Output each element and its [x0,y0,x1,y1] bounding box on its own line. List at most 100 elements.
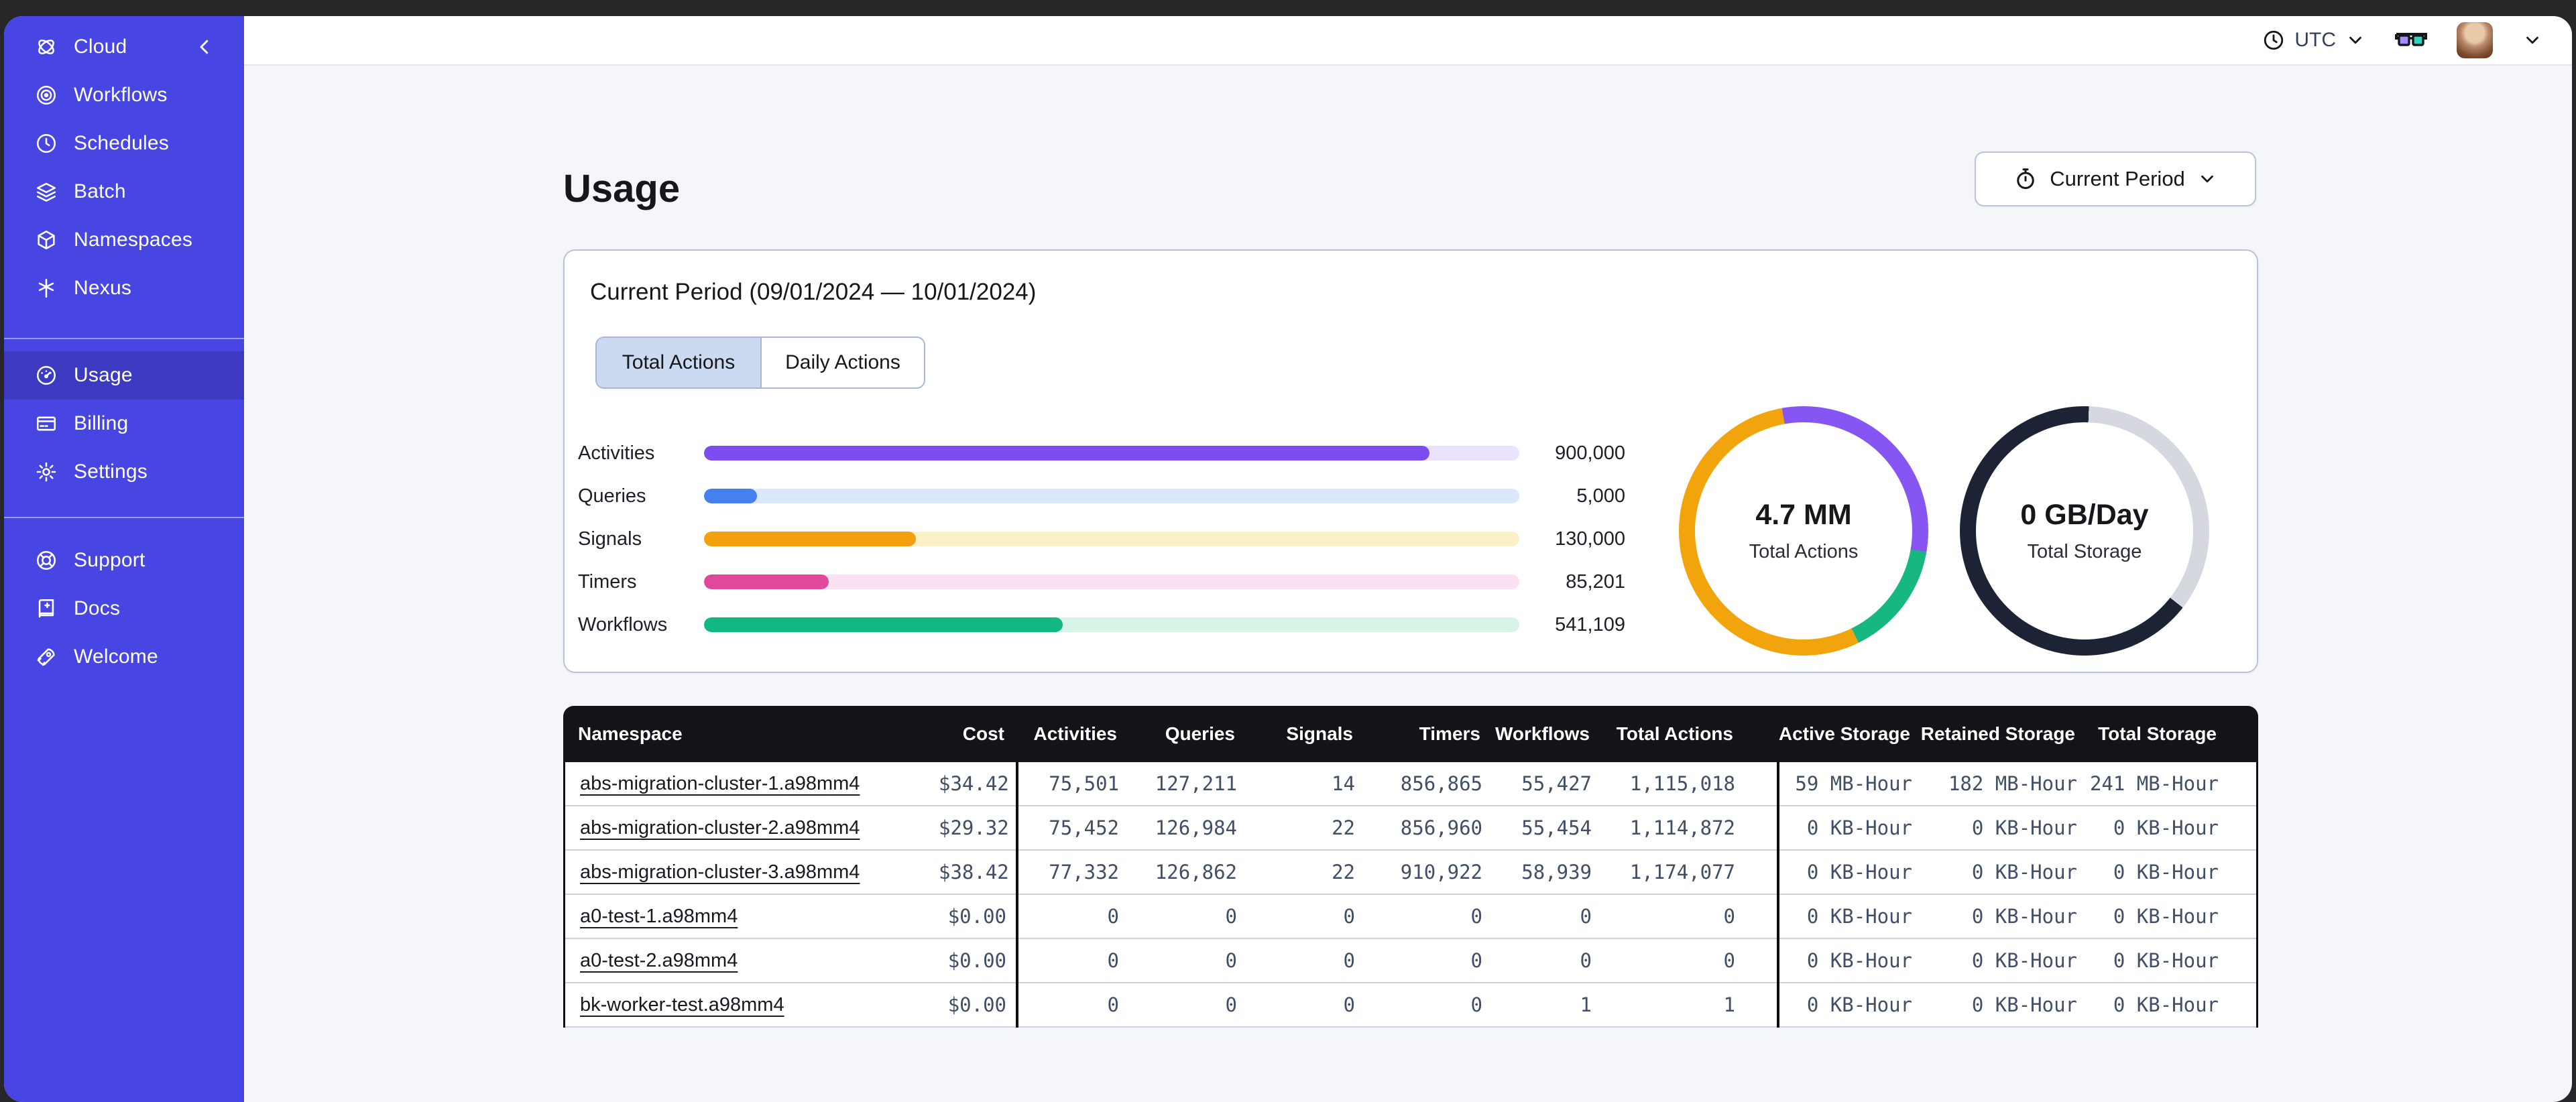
timers-cell: 0 [1470,993,1482,1016]
current-period-card: Current Period (09/01/2024 — 10/01/2024)… [563,249,2258,673]
glasses-icon[interactable] [2395,29,2427,52]
timezone-dropdown[interactable]: UTC [2262,29,2365,52]
total-actions-cell: 1 [1723,993,1735,1016]
stopwatch-icon [2017,168,2034,189]
total-storage-cell: 0 KB-Hour [2113,949,2219,972]
schedules-icon [35,132,58,155]
table-row[interactable]: abs-migration-cluster-3.a98mm4 $38.42 77… [565,851,2256,895]
donut-center: 0 GB/Day Total Storage [1976,422,2193,639]
workflows-cell: 0 [1580,905,1592,928]
signals-cell: 22 [1332,861,1355,883]
donut-center: 4.7 MM Total Actions [1695,422,1912,639]
retained-storage-cell: 182 MB-Hour [1948,772,2077,795]
namespace-link[interactable]: abs-migration-cluster-2.a98mm4 [580,817,860,839]
sidebar-item-welcome[interactable]: Welcome [4,633,244,681]
namespace-link[interactable]: a0-test-2.a98mm4 [580,950,738,971]
timers-cell: 910,922 [1400,861,1482,883]
bar-track [704,574,1519,589]
activities-cell: 77,332 [1049,861,1119,883]
bar-queries: Queries 5,000 [578,475,1625,517]
timers-cell: 0 [1470,905,1482,928]
brand-label: Cloud [74,36,127,58]
topbar: UTC [244,16,2572,66]
sidebar-item-docs[interactable]: Docs [4,585,244,633]
bar-track [704,446,1519,461]
actions-tab-group: Total Actions Daily Actions [595,336,925,389]
timers-cell: 856,865 [1400,772,1482,795]
namespace-cell: abs-migration-cluster-2.a98mm4 [565,817,939,839]
namespace-cell: a0-test-2.a98mm4 [565,950,939,972]
active-storage-cell: 0 KB-Hour [1806,993,1912,1016]
bar-timers: Timers 85,201 [578,560,1625,603]
table-group-divider [1777,762,1779,1028]
namespaces-icon [35,229,58,251]
activities-cell: 0 [1107,905,1119,928]
tab-total-actions[interactable]: Total Actions [597,338,760,387]
column-header-total-actions: Total Actions [1616,723,1733,744]
active-storage-cell: 59 MB-Hour [1795,772,1912,795]
namespace-cell: a0-test-1.a98mm4 [565,906,939,928]
clock-icon [2264,30,2284,50]
queries-cell: 126,862 [1155,861,1237,883]
column-header-active-storage: Active Storage [1778,723,1910,744]
cost-cell: $34.42 [939,772,1009,795]
bar-fill [704,446,1430,461]
namespace-link[interactable]: a0-test-1.a98mm4 [580,906,738,927]
namespace-link[interactable]: abs-migration-cluster-1.a98mm4 [580,773,860,794]
tab-daily-actions[interactable]: Daily Actions [760,338,924,387]
table-group-divider [1016,762,1018,1028]
table-row[interactable]: bk-worker-test.a98mm4 $0.00 0 0 0 0 1 1 … [565,983,2256,1028]
sidebar-item-billing[interactable]: Billing [4,400,244,448]
table-row[interactable]: abs-migration-cluster-1.a98mm4 $34.42 75… [565,762,2256,806]
active-storage-cell: 0 KB-Hour [1806,861,1912,883]
sidebar-item-batch[interactable]: Batch [4,168,244,216]
total-actions-cell: 1,174,077 [1629,861,1735,883]
total-actions-cell: 0 [1723,949,1735,972]
sidebar-divider [4,517,244,518]
total-storage-cell: 0 KB-Hour [2113,861,2219,883]
workflows-icon [35,84,58,107]
column-header-retained-storage: Retained Storage [1920,723,2075,744]
sidebar-item-label: Settings [74,461,148,483]
avatar[interactable] [2457,22,2493,58]
column-header-total-storage: Total Storage [2098,723,2217,744]
billing-icon [35,412,58,435]
retained-storage-cell: 0 KB-Hour [1971,949,2077,972]
period-dropdown-button[interactable]: Current Period [1975,151,2256,206]
sidebar-item-support[interactable]: Support [4,536,244,585]
total-storage-cell: 0 KB-Hour [2113,905,2219,928]
sidebar-item-label: Batch [74,180,126,202]
bar-fill [704,489,758,503]
activities-cell: 75,501 [1049,772,1119,795]
sidebar-item-schedules[interactable]: Schedules [4,119,244,168]
active-storage-cell: 0 KB-Hour [1806,905,1912,928]
table-row[interactable]: a0-test-1.a98mm4 $0.00 0 0 0 0 0 0 0 KB-… [565,895,2256,939]
sidebar-collapse-icon[interactable] [194,37,215,57]
sidebar-item-nexus[interactable]: Nexus [4,264,244,312]
table-row[interactable]: abs-migration-cluster-2.a98mm4 $29.32 75… [565,806,2256,851]
namespace-link[interactable]: abs-migration-cluster-3.a98mm4 [580,861,860,883]
total-storage-donut: 0 GB/Day Total Storage [1960,406,2209,656]
sidebar-item-namespaces[interactable]: Namespaces [4,216,244,264]
account-chevron-down-icon[interactable] [2522,30,2542,50]
sidebar-item-settings[interactable]: Settings [4,448,244,496]
batch-icon [35,180,58,203]
bar-track [704,617,1519,632]
sidebar-item-workflows[interactable]: Workflows [4,71,244,119]
total-actions-cell: 1,115,018 [1629,772,1735,795]
brand-cloud[interactable]: Cloud [4,23,244,71]
bar-track [704,532,1519,546]
namespace-cell: abs-migration-cluster-1.a98mm4 [565,773,939,795]
sidebar-item-label: Schedules [74,132,169,154]
signals-cell: 22 [1332,816,1355,839]
namespace-link[interactable]: bk-worker-test.a98mm4 [580,994,784,1016]
retained-storage-cell: 0 KB-Hour [1971,861,2077,883]
total-actions-value: 4.7 MM [1755,499,1852,531]
main-content: Usage Current Period Current Period (09/… [244,67,2572,1102]
sidebar-item-label: Support [74,549,145,571]
table-row[interactable]: a0-test-2.a98mm4 $0.00 0 0 0 0 0 0 0 KB-… [565,939,2256,983]
activities-cell: 0 [1107,993,1119,1016]
column-header-queries: Queries [1165,723,1235,744]
sidebar-item-usage[interactable]: Usage [4,351,244,400]
bar-fill [704,574,829,589]
